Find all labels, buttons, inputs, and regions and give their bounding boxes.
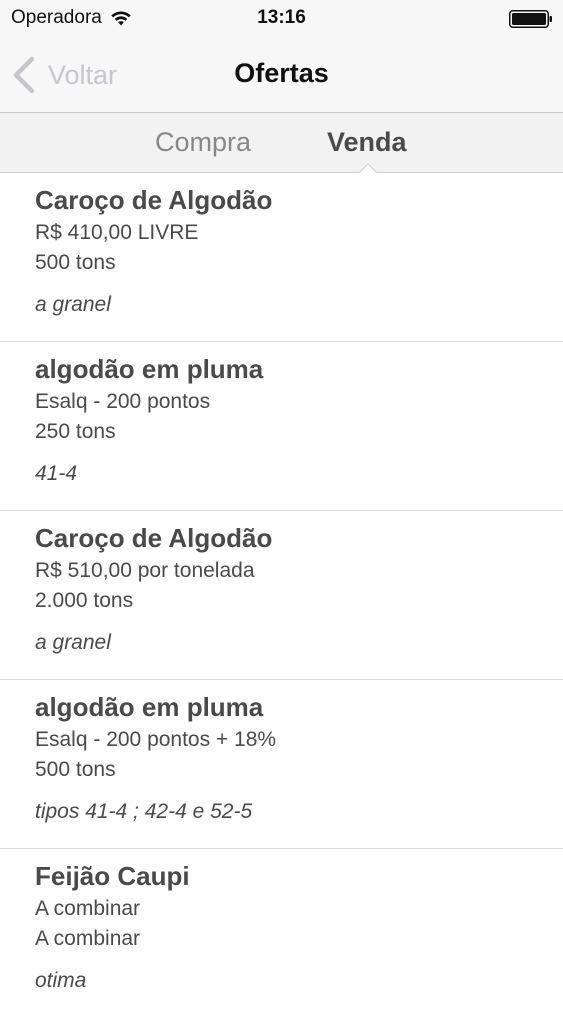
offer-title: Caroço de Algodão: [35, 185, 273, 215]
tab-compra[interactable]: Compra: [155, 127, 251, 158]
offer-quantity: 500 tons: [35, 251, 116, 274]
navigation-bar: Voltar Ofertas: [0, 38, 563, 113]
offer-title: algodão em pluma: [35, 692, 264, 722]
offer-note: otima: [35, 969, 87, 992]
segment-tabs: Compra Venda: [0, 113, 563, 173]
offer-quantity: 2.000 tons: [35, 589, 134, 612]
offers-list: Caroço de Algodão R$ 410,00 LIVRE 500 to…: [0, 173, 563, 1018]
list-item[interactable]: algodão em pluma Esalq - 200 pontos + 18…: [0, 680, 563, 849]
offer-note: tipos 41-4 ; 42-4 e 52-5: [35, 800, 253, 823]
offer-price: A combinar: [35, 897, 141, 920]
offer-quantity: 250 tons: [35, 420, 116, 443]
offer-note: 41-4: [35, 462, 78, 485]
offer-title: algodão em pluma: [35, 354, 264, 384]
list-item[interactable]: Caroço de Algodão R$ 410,00 LIVRE 500 to…: [0, 173, 563, 342]
offer-price: R$ 510,00 por tonelada: [35, 559, 255, 582]
offer-title: Caroço de Algodão: [35, 523, 273, 553]
page-title: Ofertas: [234, 58, 329, 88]
offer-note: a granel: [35, 631, 111, 654]
offer-title: Feijão Caupi: [35, 861, 190, 891]
clock: 13:16: [257, 7, 306, 28]
offer-price: Esalq - 200 pontos + 18%: [35, 728, 277, 751]
status-bar: Operadora 13:16: [0, 0, 563, 38]
offer-price: Esalq - 200 pontos: [35, 390, 211, 413]
list-item[interactable]: Caroço de Algodão R$ 510,00 por tonelada…: [0, 511, 563, 680]
list-item[interactable]: Feijão Caupi A combinar A combinar otima: [0, 849, 563, 1018]
offer-quantity: A combinar: [35, 927, 141, 950]
offer-price: R$ 410,00 LIVRE: [35, 221, 199, 244]
offer-quantity: 500 tons: [35, 758, 116, 781]
tab-venda[interactable]: Venda: [327, 127, 407, 158]
battery-icon: [509, 10, 552, 28]
list-item[interactable]: algodão em pluma Esalq - 200 pontos 250 …: [0, 342, 563, 511]
offer-note: a granel: [35, 293, 111, 316]
